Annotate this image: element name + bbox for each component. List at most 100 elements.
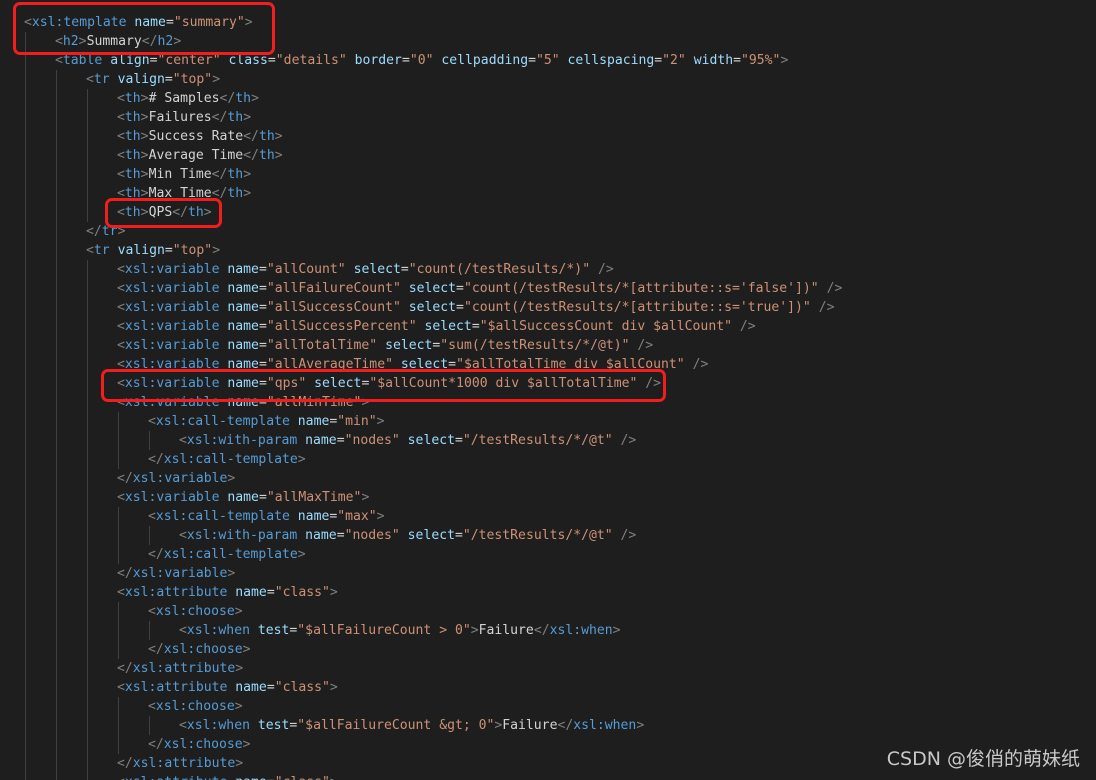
code-line[interactable]: <xsl:variable name="allAverageTime" sele… [117, 355, 708, 374]
code-token-tag: xsl:variable [124, 319, 220, 334]
code-line[interactable]: <xsl:variable name="allCount" select="co… [117, 260, 614, 279]
code-line[interactable]: </xsl:variable> [117, 469, 235, 488]
code-line[interactable]: </xsl:attribute> [117, 659, 243, 678]
code-line[interactable]: </xsl:choose> [148, 735, 251, 754]
code-line[interactable]: <xsl:choose> [148, 697, 243, 716]
indent-guide [87, 260, 88, 780]
code-line[interactable]: </xsl:call-template> [148, 545, 306, 564]
code-line[interactable]: <xsl:choose> [148, 602, 243, 621]
code-token-tag: h2 [157, 34, 174, 49]
code-line[interactable]: <xsl:variable name="allSuccessPercent" s… [117, 317, 756, 336]
code-line[interactable]: <th>QPS</th> [117, 203, 212, 222]
code-line[interactable]: <tr valign="top"> [86, 241, 220, 260]
code-line[interactable]: <xsl:variable name="qps" select="$allCou… [117, 374, 661, 393]
code-line[interactable]: <xsl:variable name="allMinTime"> [117, 393, 369, 412]
code-line[interactable]: <th>Success Rate</th> [117, 127, 283, 146]
code-token-tag: xsl:variable [132, 566, 228, 581]
code-token-punc: < [179, 718, 187, 733]
code-token-text: = [258, 395, 267, 410]
code-line[interactable]: <xsl:variable name="allFailureCount" sel… [117, 279, 842, 298]
code-token-punc: < [117, 91, 125, 106]
code-token-punc: > [140, 205, 149, 220]
code-token-text: Failures [148, 110, 212, 125]
code-token-punc: < [55, 53, 63, 68]
code-line[interactable]: </xsl:variable> [117, 564, 235, 583]
code-token-str: "summary" [173, 15, 245, 30]
code-token-tag: xsl:variable [124, 262, 220, 277]
code-token-tag: th [188, 205, 204, 220]
code-token-text: # Samples [148, 91, 220, 106]
code-token-punc: < [117, 186, 125, 201]
code-line[interactable]: <xsl:attribute name="class"> [117, 678, 338, 697]
code-line[interactable]: <xsl:template name="summary"> [24, 13, 253, 32]
code-line[interactable]: <th>Min Time</th> [117, 165, 251, 184]
code-token-tag: th [124, 148, 141, 163]
code-token-str: "$allSuccessCount div $allCount" [479, 319, 732, 334]
code-line[interactable]: <xsl:when test="$allFailureCount > 0">Fa… [179, 621, 621, 640]
code-token-attr: test [257, 623, 290, 638]
code-token-tag: th [124, 167, 141, 182]
code-token-punc: </ [117, 471, 133, 486]
code-token-str: "class" [275, 775, 330, 780]
code-token-punc: </ [211, 167, 228, 182]
code-line[interactable]: <xsl:with-param name="nodes" select="/te… [179, 526, 636, 545]
code-token-text: Failure [502, 718, 558, 733]
code-token-attr: select [408, 281, 457, 296]
indent-guide [118, 412, 119, 469]
code-line[interactable]: <th>Average Time</th> [117, 146, 283, 165]
code-token-text: = [258, 300, 267, 315]
code-token-str: "/testResults/*/@t" [462, 433, 613, 448]
code-token-punc: > [140, 167, 149, 182]
code-line[interactable]: </tr> [86, 222, 125, 241]
code-line[interactable]: <xsl:variable name="allTotalTime" select… [117, 336, 653, 355]
code-line[interactable]: <xsl:when test="$allFailureCount &gt; 0"… [179, 716, 644, 735]
code-line[interactable]: <xsl:variable name="allMaxTime"> [117, 488, 369, 507]
code-token-tag: xsl:attribute [125, 775, 227, 780]
code-line[interactable]: <xsl:call-template name="min"> [148, 412, 385, 431]
code-token-str: "allTotalTime" [266, 338, 378, 353]
code-token-text: = [267, 775, 275, 780]
code-line[interactable]: <th>Max Time</th> [117, 184, 251, 203]
code-token-str: "center" [157, 53, 221, 68]
code-line[interactable]: <xsl:attribute name="class"> [117, 583, 338, 602]
code-token-attr: name [227, 281, 259, 296]
code-token-punc: > [242, 737, 251, 752]
code-token-attr: select [314, 376, 362, 391]
code-token-text: = [164, 72, 173, 87]
code-token-punc: /> [818, 300, 835, 315]
code-token-punc: /> [739, 319, 756, 334]
code-token-tag: xsl:variable [124, 281, 220, 296]
code-token-punc: > [227, 566, 236, 581]
code-line[interactable]: <xsl:with-param name="nodes" select="/te… [179, 431, 636, 450]
code-line[interactable]: </xsl:attribute> [117, 754, 243, 773]
code-token-str: "$allCount*1000 div $allTotalTime" [369, 376, 638, 391]
code-token-text: = [454, 433, 463, 448]
indent-guide [56, 70, 57, 780]
code-editor[interactable]: <xsl:template name="summary"> <h2>Summary… [0, 0, 1096, 780]
code-token-punc: > [243, 186, 252, 201]
code-line[interactable]: <tr valign="top"> [86, 70, 220, 89]
code-token-tag: xsl:variable [132, 471, 228, 486]
code-token-attr: select [424, 319, 472, 334]
code-line[interactable]: <th># Samples</th> [117, 89, 259, 108]
code-line[interactable]: <h2>Summary</h2> [55, 32, 181, 51]
code-line[interactable]: </xsl:call-template> [148, 450, 306, 469]
code-line[interactable]: <table align="center" class="details" bo… [55, 51, 788, 70]
code-token-tag: xsl:choose [155, 699, 235, 714]
code-line[interactable]: <xsl:variable name="allSuccessCount" sel… [117, 298, 834, 317]
code-token-attr: select [400, 357, 449, 372]
code-line[interactable]: <xsl:attribute name="class"> [117, 773, 338, 780]
code-token-punc: > [297, 547, 306, 562]
code-line[interactable]: </xsl:choose> [148, 640, 251, 659]
code-line[interactable]: <xsl:call-template name="max"> [148, 507, 385, 526]
code-token-punc: /> [637, 338, 654, 353]
code-line[interactable]: <th>Failures</th> [117, 108, 251, 127]
code-token-tag: th [227, 186, 244, 201]
code-token-punc: > [243, 167, 252, 182]
